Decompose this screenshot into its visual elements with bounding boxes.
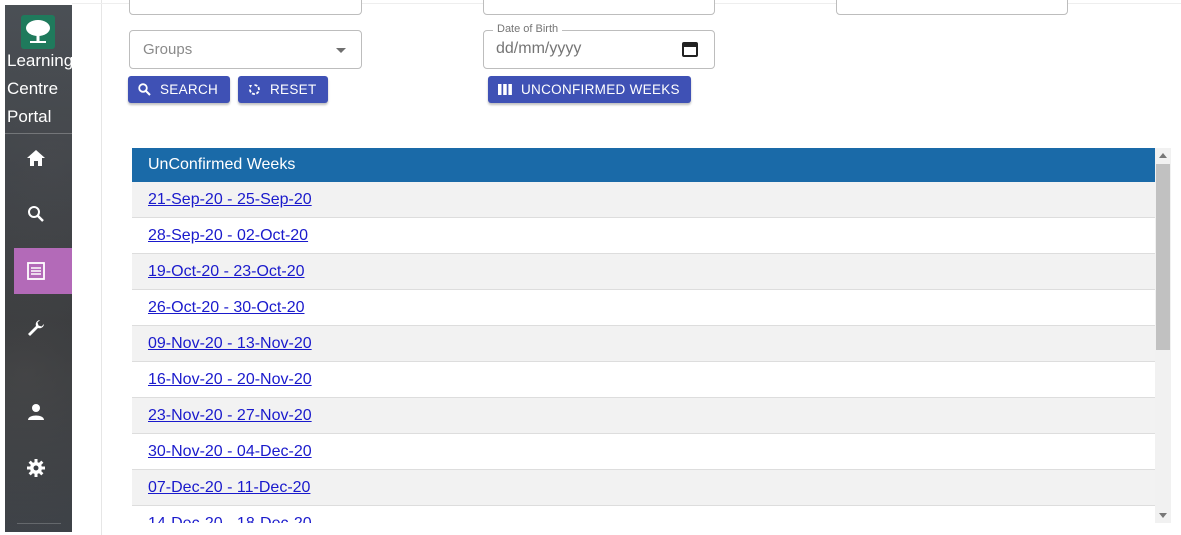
dob-field[interactable]: Date of Birth bbox=[483, 23, 715, 69]
week-link[interactable]: 16-Nov-20 - 20-Nov-20 bbox=[148, 371, 312, 388]
columns-icon bbox=[498, 84, 512, 95]
refresh-icon bbox=[248, 83, 261, 96]
table-row: 28-Sep-20 - 02-Oct-20 bbox=[132, 218, 1155, 254]
table-row: 16-Nov-20 - 20-Nov-20 bbox=[132, 362, 1155, 398]
calendar-icon[interactable] bbox=[682, 41, 698, 62]
top-field-2[interactable] bbox=[483, 0, 715, 15]
list-icon[interactable] bbox=[25, 260, 47, 282]
search-icon bbox=[138, 83, 151, 96]
scroll-thumb[interactable] bbox=[1156, 164, 1170, 350]
table-scrollbar[interactable] bbox=[1155, 148, 1171, 523]
search-icon[interactable] bbox=[25, 203, 47, 225]
week-link[interactable]: 21-Sep-20 - 25-Sep-20 bbox=[148, 191, 312, 208]
brand-centre: Centre bbox=[7, 79, 59, 98]
top-field-1[interactable] bbox=[129, 0, 362, 15]
week-link[interactable]: 23-Nov-20 - 27-Nov-20 bbox=[148, 407, 312, 424]
table-body: 21-Sep-20 - 25-Sep-20 28-Sep-20 - 02-Oct… bbox=[132, 182, 1155, 523]
week-link[interactable]: 28-Sep-20 - 02-Oct-20 bbox=[148, 227, 308, 244]
unconfirmed-weeks-label: UNCONFIRMED WEEKS bbox=[521, 82, 680, 97]
week-link[interactable]: 19-Oct-20 - 23-Oct-20 bbox=[148, 263, 305, 280]
tree-icon bbox=[21, 15, 55, 49]
unconfirmed-weeks-table: UnConfirmed Weeks 21-Sep-20 - 25-Sep-20 … bbox=[132, 148, 1171, 523]
table-row: 14-Dec-20 - 18-Dec-20 bbox=[132, 506, 1155, 523]
home-icon[interactable] bbox=[25, 147, 47, 169]
content-divider bbox=[101, 0, 102, 535]
table-row: 30-Nov-20 - 04-Dec-20 bbox=[132, 434, 1155, 470]
sidebar: Learning Centre Portal bbox=[5, 5, 72, 532]
table-row: 19-Oct-20 - 23-Oct-20 bbox=[132, 254, 1155, 290]
brand-portal: Portal bbox=[7, 107, 52, 126]
groups-placeholder: Groups bbox=[143, 41, 193, 58]
week-link[interactable]: 26-Oct-20 - 30-Oct-20 bbox=[148, 299, 305, 316]
brand-divider bbox=[5, 133, 72, 134]
scroll-down-icon[interactable] bbox=[1159, 513, 1167, 518]
top-field-3[interactable] bbox=[836, 0, 1068, 15]
sidebar-bottom-divider bbox=[17, 523, 61, 524]
table-row: 07-Dec-20 - 11-Dec-20 bbox=[132, 470, 1155, 506]
reset-button[interactable]: RESET bbox=[238, 76, 328, 103]
table-row: 09-Nov-20 - 13-Nov-20 bbox=[132, 326, 1155, 362]
week-link[interactable]: 14-Dec-20 - 18-Dec-20 bbox=[148, 515, 312, 523]
unconfirmed-weeks-button[interactable]: UNCONFIRMED WEEKS bbox=[488, 76, 691, 103]
wrench-icon[interactable] bbox=[25, 317, 47, 339]
groups-select[interactable]: Groups bbox=[129, 30, 362, 69]
table-row: 23-Nov-20 - 27-Nov-20 bbox=[132, 398, 1155, 434]
brand-learning: Learning bbox=[7, 51, 72, 70]
person-icon[interactable] bbox=[25, 401, 47, 423]
week-link[interactable]: 09-Nov-20 - 13-Nov-20 bbox=[148, 335, 312, 352]
table-row: 21-Sep-20 - 25-Sep-20 bbox=[132, 182, 1155, 218]
scroll-up-icon[interactable] bbox=[1159, 153, 1167, 158]
dob-label: Date of Birth bbox=[493, 23, 563, 35]
dob-input[interactable] bbox=[496, 40, 646, 58]
table-row: 26-Oct-20 - 30-Oct-20 bbox=[132, 290, 1155, 326]
table-header: UnConfirmed Weeks bbox=[132, 148, 1155, 182]
search-button-label: SEARCH bbox=[160, 82, 219, 97]
chevron-down-icon[interactable] bbox=[336, 48, 346, 53]
reset-button-label: RESET bbox=[270, 82, 317, 97]
week-link[interactable]: 30-Nov-20 - 04-Dec-20 bbox=[148, 443, 312, 460]
gear-icon[interactable] bbox=[25, 457, 47, 479]
week-link[interactable]: 07-Dec-20 - 11-Dec-20 bbox=[148, 479, 310, 496]
search-button[interactable]: SEARCH bbox=[128, 76, 230, 103]
